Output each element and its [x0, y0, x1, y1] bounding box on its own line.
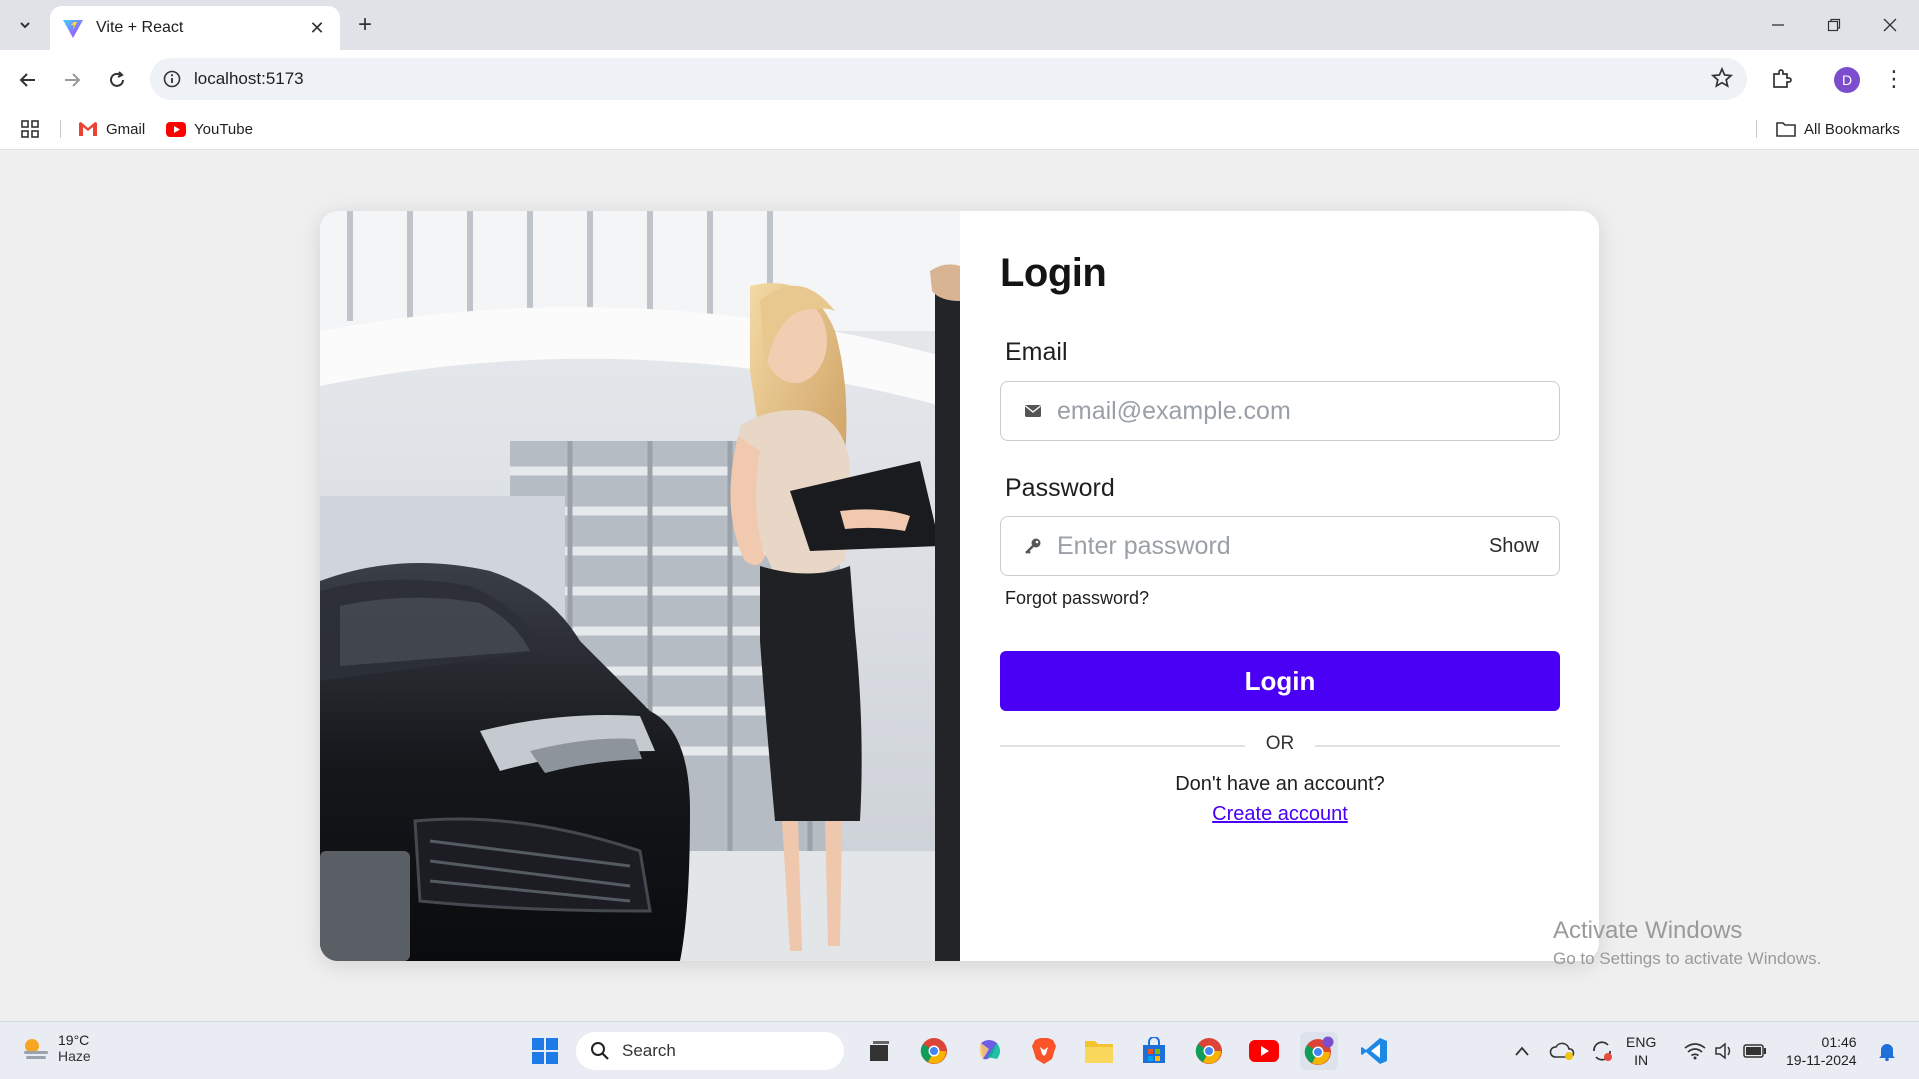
login-title: Login [1000, 251, 1107, 295]
brave-icon[interactable] [1025, 1032, 1063, 1070]
battery-icon[interactable] [1736, 1032, 1774, 1070]
show-password-button[interactable]: Show [1489, 535, 1539, 558]
tab-strip: Vite + React ✕ + [0, 0, 1919, 50]
bookmarks-bar: Gmail YouTube All Bookmarks [0, 108, 1919, 150]
folder-icon [1776, 122, 1796, 137]
login-card: Login Email Password Show Forgot passwor… [320, 211, 1599, 961]
restore-icon[interactable] [1814, 10, 1854, 40]
forgot-password-link[interactable]: Forgot password? [1005, 588, 1149, 609]
reload-icon[interactable] [101, 64, 133, 96]
bookmark-label: Gmail [106, 120, 146, 138]
back-icon[interactable] [12, 64, 44, 96]
taskbar: 19°C Haze Search ENG IN 01:46 19-11-2024 [0, 1021, 1919, 1079]
vite-icon [63, 20, 83, 38]
onedrive-icon[interactable] [1543, 1032, 1581, 1070]
envelope-icon [1023, 401, 1043, 421]
gmail-icon [79, 122, 97, 136]
close-tab-icon[interactable]: ✕ [306, 17, 328, 39]
showroom-photo [320, 211, 960, 961]
notification-bell-icon[interactable] [1868, 1032, 1906, 1070]
copilot-icon[interactable] [970, 1032, 1008, 1070]
active-chrome-icon[interactable] [1300, 1032, 1338, 1070]
password-field[interactable]: Show [1000, 516, 1560, 576]
bookmark-star-icon[interactable] [1710, 66, 1734, 94]
key-icon [1023, 536, 1043, 556]
show-hidden-icons[interactable] [1503, 1032, 1541, 1070]
youtube-icon [166, 121, 186, 137]
bookmark-youtube[interactable]: YouTube [166, 116, 253, 142]
all-bookmarks[interactable]: All Bookmarks [1776, 116, 1900, 142]
email-field[interactable] [1000, 381, 1560, 441]
site-info-icon[interactable] [150, 70, 194, 88]
active-tab[interactable]: Vite + React ✕ [50, 6, 340, 50]
or-divider: OR [1000, 730, 1560, 760]
weather-condition: Haze [58, 1048, 91, 1064]
region-code: IN [1634, 1052, 1649, 1068]
search-icon [591, 1042, 609, 1060]
page-viewport: Login Email Password Show Forgot passwor… [0, 150, 1919, 1021]
divider-line [1315, 745, 1560, 747]
or-text: OR [1265, 733, 1295, 754]
create-account-link[interactable]: Create account [1212, 803, 1348, 825]
no-account-text: Don't have an account? [1175, 773, 1385, 795]
apps-grid-icon[interactable] [20, 116, 40, 142]
minimize-icon[interactable] [1758, 10, 1798, 40]
bookmark-gmail[interactable]: Gmail [78, 116, 145, 142]
profile-avatar[interactable]: D [1834, 67, 1860, 93]
language-code: ENG [1626, 1034, 1657, 1050]
tab-title: Vite + React [96, 19, 184, 36]
watermark-title: Activate Windows [1553, 917, 1743, 944]
new-tab-icon[interactable]: + [352, 12, 378, 38]
bookmark-label: YouTube [194, 120, 253, 138]
task-view-icon[interactable] [860, 1032, 898, 1070]
close-window-icon[interactable] [1870, 10, 1910, 40]
sync-icon[interactable] [1583, 1032, 1621, 1070]
taskbar-search-label: Search [622, 1041, 676, 1060]
password-input[interactable] [1057, 531, 1489, 561]
file-explorer-icon[interactable] [1080, 1032, 1118, 1070]
address-bar[interactable]: localhost:5173 [150, 58, 1747, 100]
all-bookmarks-label: All Bookmarks [1804, 120, 1900, 138]
microsoft-store-icon[interactable] [1135, 1032, 1173, 1070]
clock-time: 01:46 [1821, 1034, 1857, 1050]
browser-toolbar: localhost:5173 D ⋮ [0, 50, 1919, 108]
browser-menu-icon[interactable]: ⋮ [1880, 64, 1908, 94]
bookmarks-separator [60, 120, 61, 138]
windows-start-icon[interactable] [526, 1032, 564, 1070]
chrome-profile-icon[interactable] [1190, 1032, 1228, 1070]
weather-icon [24, 1039, 48, 1059]
temperature: 19°C [58, 1032, 90, 1048]
weather-widget[interactable]: 19°C Haze [20, 1032, 91, 1064]
language-indicator[interactable]: ENG IN [1626, 1033, 1656, 1069]
extensions-icon[interactable] [1766, 64, 1796, 94]
watermark-subtitle: Go to Settings to activate Windows. [1553, 949, 1822, 968]
bookmarks-separator [1756, 120, 1757, 138]
create-account-row: Create account [1000, 803, 1560, 826]
password-label: Password [1005, 474, 1115, 502]
taskbar-search[interactable]: Search [576, 1032, 844, 1070]
login-form: Login Email Password Show Forgot passwor… [960, 211, 1599, 961]
clock-date: 19-11-2024 [1786, 1052, 1857, 1068]
chrome-icon[interactable] [915, 1032, 953, 1070]
activate-windows-watermark: Activate Windows Go to Settings to activ… [1553, 917, 1821, 969]
url-text: localhost:5173 [194, 69, 304, 88]
clock[interactable]: 01:46 19-11-2024 [1786, 1033, 1857, 1069]
login-button[interactable]: Login [1000, 651, 1560, 711]
youtube-app-icon[interactable] [1245, 1032, 1283, 1070]
vscode-icon[interactable] [1355, 1032, 1393, 1070]
tab-search-icon[interactable] [10, 10, 40, 40]
email-input[interactable] [1057, 396, 1559, 426]
email-label: Email [1005, 338, 1068, 366]
forward-icon[interactable] [56, 64, 88, 96]
